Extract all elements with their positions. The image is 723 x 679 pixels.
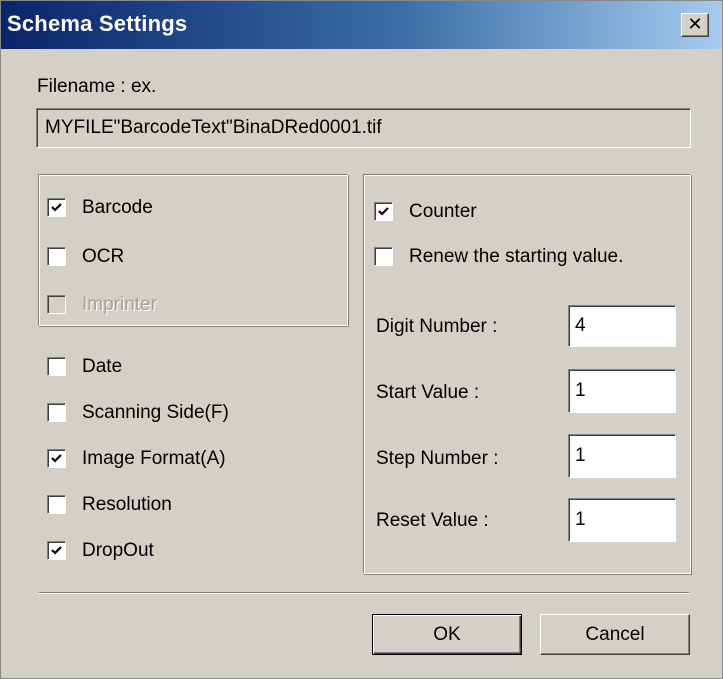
close-icon: ✕ xyxy=(687,14,703,34)
checkmark-icon xyxy=(51,546,62,555)
scanning-side-checkbox[interactable] xyxy=(47,403,66,422)
filename-example-field: MYFILE"BarcodeText"BinaDRed0001.tif xyxy=(36,108,691,148)
counter-checkbox[interactable] xyxy=(374,202,393,221)
resolution-checkbox[interactable] xyxy=(47,495,66,514)
start-value-input[interactable] xyxy=(568,369,676,413)
imprinter-label: Imprinter xyxy=(82,294,157,315)
dialog-title: Schema Settings xyxy=(7,11,188,36)
digit-number-input[interactable] xyxy=(568,305,676,347)
dropout-label: DropOut xyxy=(82,540,154,561)
step-number-label: Step Number : xyxy=(376,448,499,469)
checkmark-icon xyxy=(378,207,389,216)
renew-label: Renew the starting value. xyxy=(409,246,624,267)
ok-button[interactable]: OK xyxy=(372,614,522,655)
image-format-label: Image Format(A) xyxy=(82,448,226,469)
ocr-label: OCR xyxy=(82,246,125,267)
checkmark-icon xyxy=(51,203,62,212)
barcode-checkbox[interactable] xyxy=(47,198,66,217)
title-bar[interactable]: Schema Settings ✕ xyxy=(1,1,722,49)
date-label: Date xyxy=(82,356,123,377)
image-format-checkbox[interactable] xyxy=(47,449,66,468)
cancel-button[interactable]: Cancel xyxy=(540,614,690,655)
reset-value-input[interactable] xyxy=(568,498,676,542)
close-button[interactable]: ✕ xyxy=(681,13,709,37)
digit-number-label: Digit Number : xyxy=(376,316,498,337)
imprinter-checkbox xyxy=(47,295,66,314)
renew-checkbox[interactable] xyxy=(374,247,393,266)
start-value-label: Start Value : xyxy=(376,382,480,403)
ocr-checkbox[interactable] xyxy=(47,247,66,266)
schema-settings-dialog: Schema Settings ✕ Filename : ex. MYFILE"… xyxy=(0,0,723,679)
step-number-input[interactable] xyxy=(568,434,676,478)
separator xyxy=(39,592,689,594)
dropout-checkbox[interactable] xyxy=(47,541,66,560)
scanning-side-label: Scanning Side(F) xyxy=(82,402,229,423)
filename-label: Filename : ex. xyxy=(37,76,157,97)
checkmark-icon xyxy=(51,454,62,463)
resolution-label: Resolution xyxy=(82,494,172,515)
reset-value-label: Reset Value : xyxy=(376,510,489,531)
date-checkbox[interactable] xyxy=(47,357,66,376)
counter-label: Counter xyxy=(409,201,477,222)
barcode-label: Barcode xyxy=(82,197,153,218)
